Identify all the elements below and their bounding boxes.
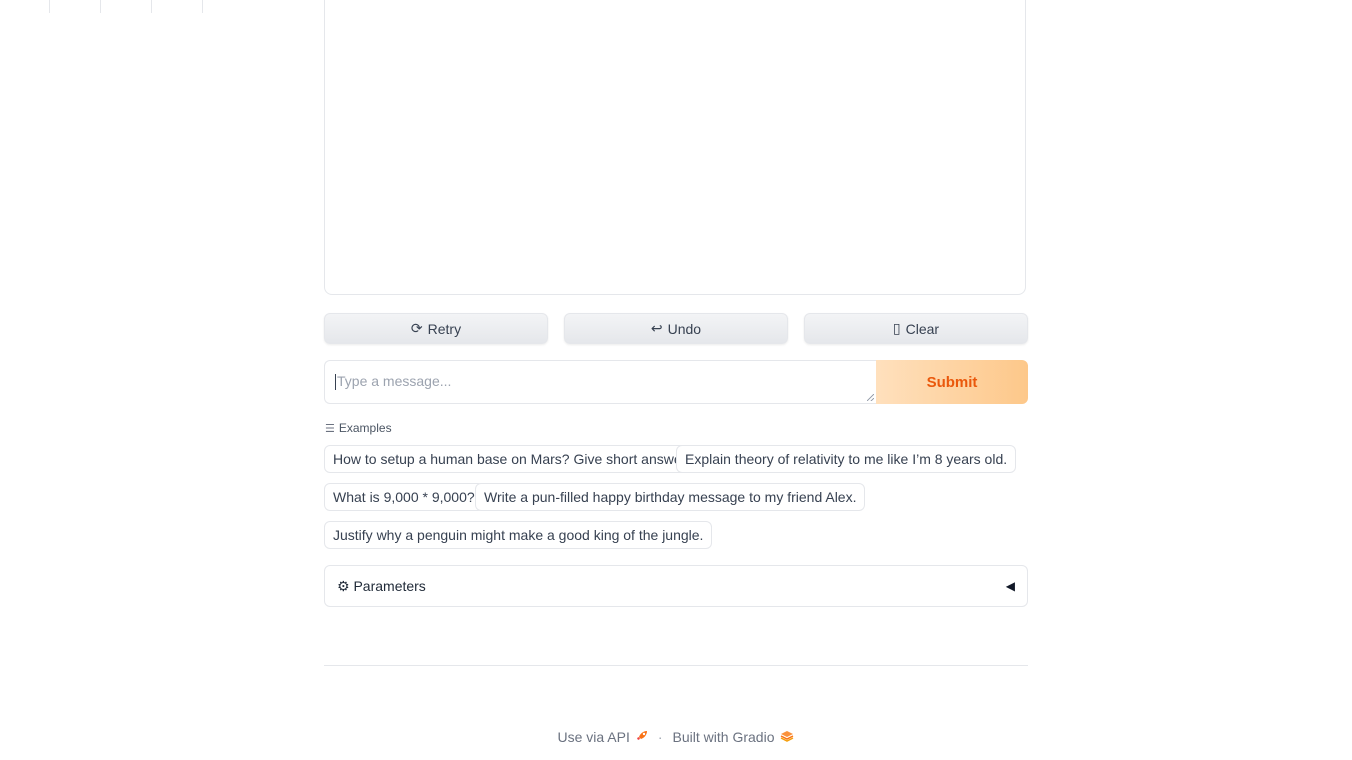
undo-label: Undo bbox=[667, 320, 702, 337]
gradio-logo-icon bbox=[780, 730, 794, 745]
examples-label: Examples bbox=[338, 421, 392, 435]
top-nav-segment bbox=[0, 0, 50, 13]
rocket-icon bbox=[636, 730, 648, 745]
example-button[interactable]: Justify why a penguin might make a good … bbox=[324, 521, 713, 549]
text-caret bbox=[335, 374, 336, 390]
chatbot-panel[interactable] bbox=[324, 0, 1026, 295]
list-icon: ☰ bbox=[325, 422, 335, 435]
undo-icon: ↩ bbox=[650, 320, 663, 336]
top-nav-segment bbox=[152, 0, 203, 13]
chat-action-buttons: ⟳ Retry ↩ Undo ▯ Clear bbox=[324, 313, 1028, 344]
trash-icon: ▯ bbox=[892, 320, 901, 336]
footer-divider bbox=[324, 665, 1028, 666]
examples-header: ☰ Examples bbox=[325, 421, 392, 435]
example-button[interactable]: Write a pun-filled happy birthday messag… bbox=[475, 483, 866, 511]
use-via-api-link[interactable]: Use via API bbox=[558, 729, 648, 745]
collapse-arrow-icon[interactable]: ◀ bbox=[1006, 579, 1015, 593]
built-with-gradio-link[interactable]: Built with Gradio bbox=[673, 729, 795, 745]
top-nav-stub bbox=[0, 0, 203, 13]
retry-label: Retry bbox=[427, 320, 462, 337]
clear-label: Clear bbox=[905, 320, 940, 337]
example-button[interactable]: Explain theory of relativity to me like … bbox=[676, 445, 1017, 473]
message-input[interactable]: Type a message... bbox=[324, 360, 876, 404]
submit-button[interactable]: Submit bbox=[876, 360, 1028, 404]
retry-button[interactable]: ⟳ Retry bbox=[324, 313, 548, 344]
parameters-title: ⚙ Parameters bbox=[337, 578, 426, 595]
top-nav-segment bbox=[101, 0, 152, 13]
top-nav-segment bbox=[50, 0, 101, 13]
footer-separator: · bbox=[657, 729, 663, 745]
retry-icon: ⟳ bbox=[410, 320, 423, 336]
example-button[interactable]: How to setup a human base on Mars? Give … bbox=[324, 445, 699, 473]
resize-handle-icon[interactable] bbox=[867, 394, 874, 401]
undo-button[interactable]: ↩ Undo bbox=[564, 313, 788, 344]
built-with-gradio-label: Built with Gradio bbox=[672, 729, 775, 745]
clear-button[interactable]: ▯ Clear bbox=[804, 313, 1028, 344]
message-placeholder: Type a message... bbox=[337, 373, 452, 389]
parameters-accordion[interactable]: ⚙ Parameters ◀ bbox=[324, 565, 1028, 607]
message-input-row: Type a message... Submit bbox=[324, 360, 1028, 404]
parameters-label: Parameters bbox=[353, 577, 426, 594]
gear-icon: ⚙ bbox=[337, 577, 350, 594]
footer: Use via API · Built with Gradio bbox=[0, 729, 1352, 745]
example-button[interactable]: What is 9,000 * 9,000? bbox=[324, 483, 484, 511]
use-via-api-label: Use via API bbox=[557, 729, 630, 745]
